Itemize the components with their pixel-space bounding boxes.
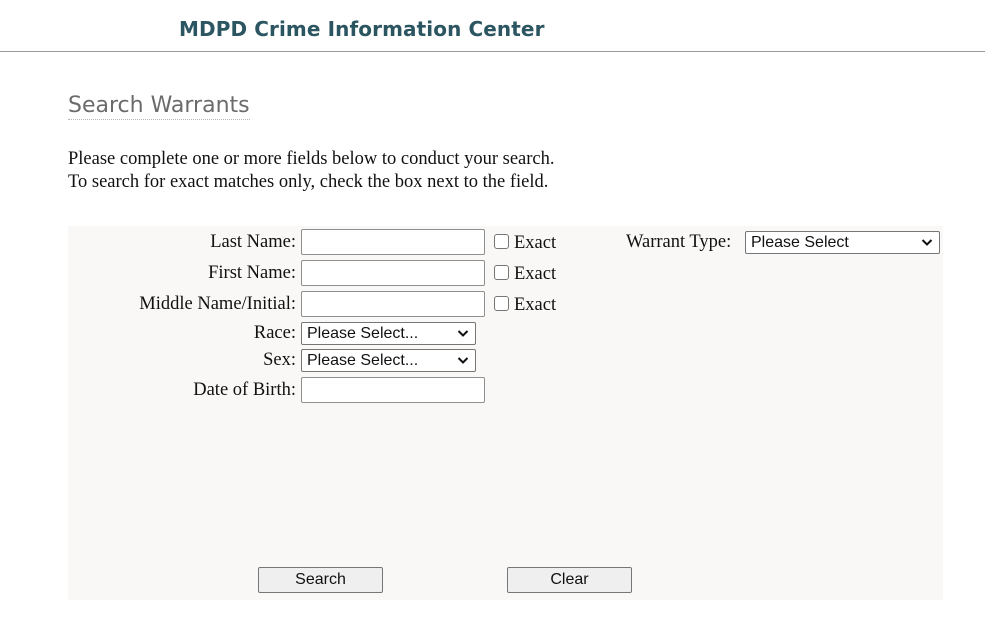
search-button[interactable]: Search xyxy=(258,567,383,593)
intro-line-1: Please complete one or more fields below… xyxy=(68,149,555,169)
first-name-label: First Name: xyxy=(208,263,296,283)
first-name-exact-label: Exact xyxy=(514,264,557,284)
chevron-down-icon xyxy=(457,330,469,337)
first-name-input[interactable] xyxy=(301,260,485,286)
sex-select[interactable]: Please Select... xyxy=(301,349,476,372)
last-name-exact-label: Exact xyxy=(514,233,557,253)
middle-name-exact-label: Exact xyxy=(514,295,557,315)
intro-text: Please complete one or more fields below… xyxy=(68,148,555,194)
page-title: Search Warrants xyxy=(68,93,250,120)
sex-select-value: Please Select... xyxy=(307,352,419,369)
site-header: MDPD Crime Information Center xyxy=(0,0,985,52)
race-select-value: Please Select... xyxy=(307,325,419,342)
warrant-type-select[interactable]: Please Select xyxy=(745,231,940,254)
search-form-panel: Last Name: Exact First Name: Exact Middl… xyxy=(68,226,943,600)
clear-button[interactable]: Clear xyxy=(507,567,632,593)
last-name-input[interactable] xyxy=(301,229,485,255)
chevron-down-icon xyxy=(921,239,933,246)
middle-name-label: Middle Name/Initial: xyxy=(139,294,296,314)
first-name-exact-checkbox[interactable] xyxy=(494,265,509,280)
chevron-down-icon xyxy=(457,357,469,364)
dob-input[interactable] xyxy=(301,377,485,403)
warrant-type-select-value: Please Select xyxy=(751,234,849,251)
warrant-type-label: Warrant Type: xyxy=(626,232,732,252)
race-select[interactable]: Please Select... xyxy=(301,322,476,345)
intro-line-2: To search for exact matches only, check … xyxy=(68,172,549,192)
site-title: MDPD Crime Information Center xyxy=(179,17,545,41)
race-label: Race: xyxy=(253,323,296,343)
middle-name-input[interactable] xyxy=(301,291,485,317)
last-name-exact-checkbox[interactable] xyxy=(494,234,509,249)
middle-name-exact-checkbox[interactable] xyxy=(494,296,509,311)
last-name-label: Last Name: xyxy=(210,232,296,252)
sex-label: Sex: xyxy=(263,350,296,370)
dob-label: Date of Birth: xyxy=(193,380,296,400)
